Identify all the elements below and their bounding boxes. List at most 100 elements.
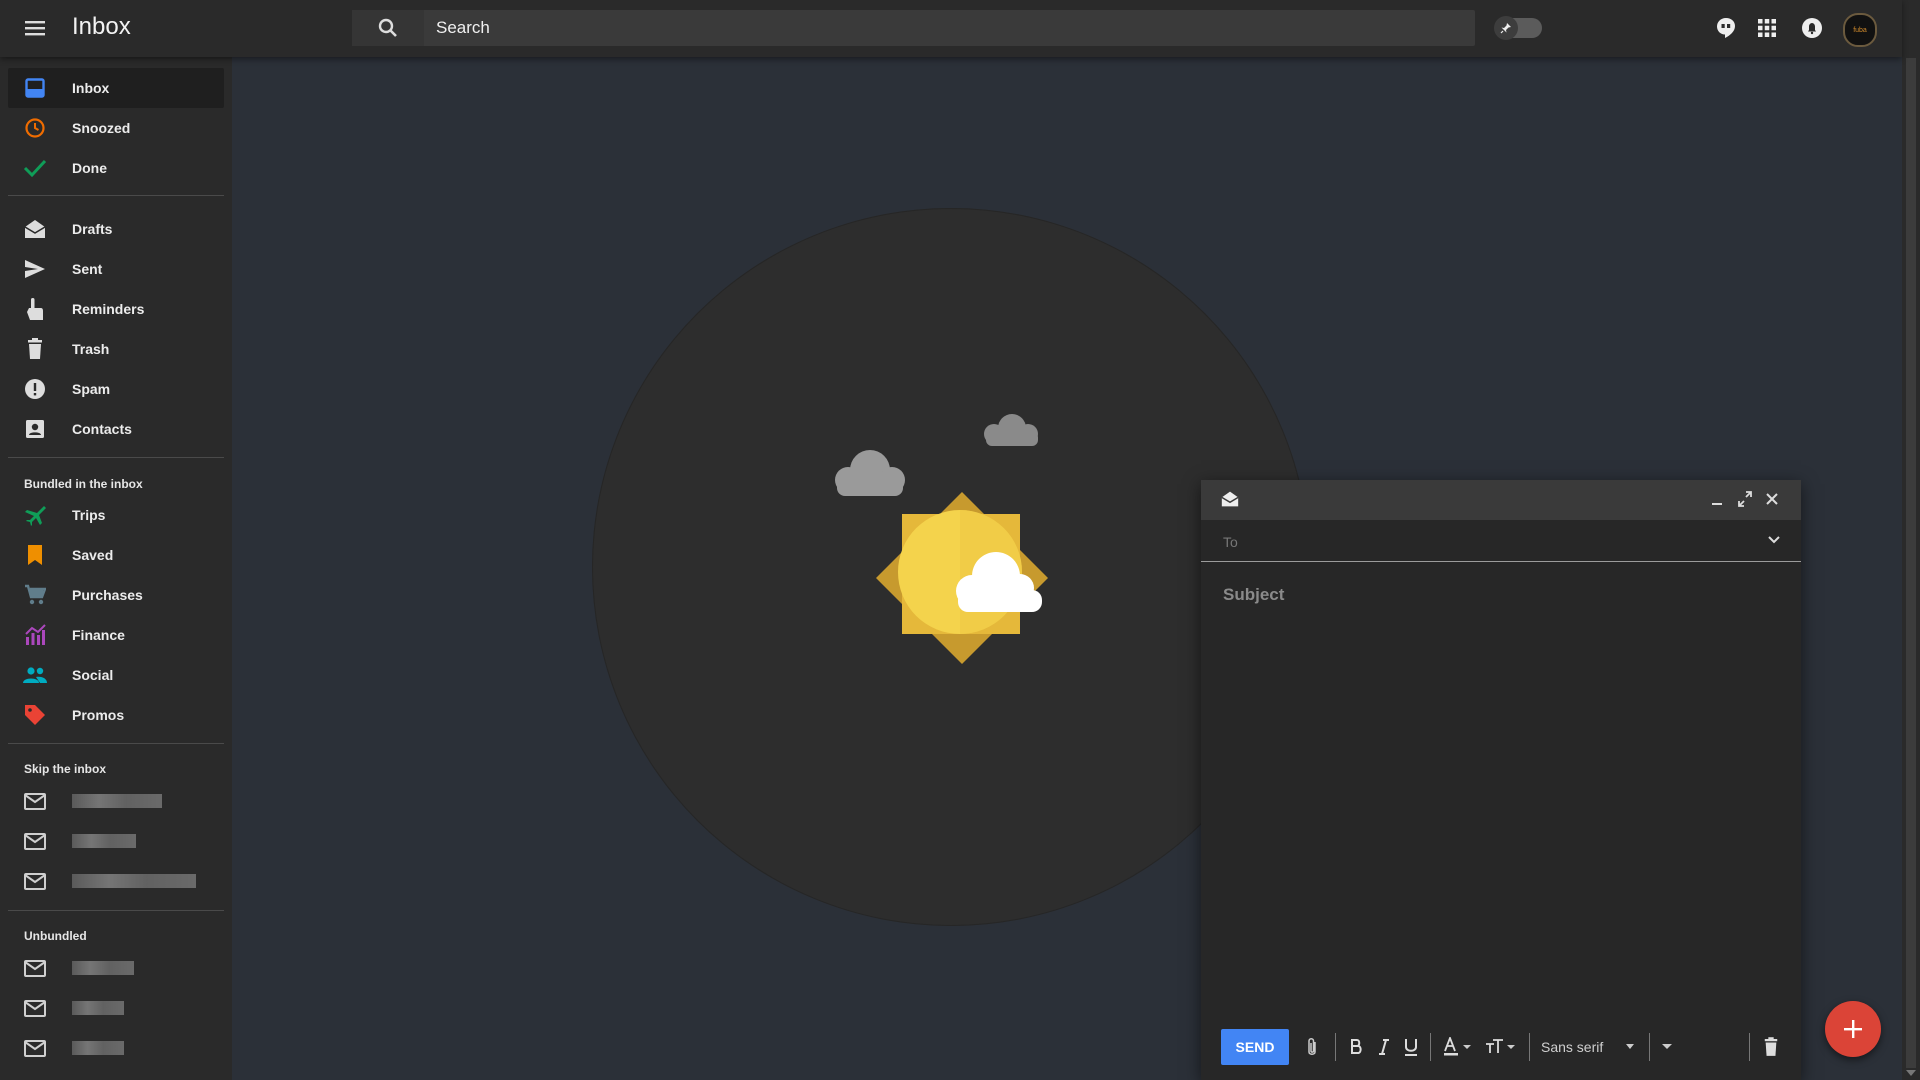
section-label-skip: Skip the inbox xyxy=(24,762,107,776)
sidebar-item-social[interactable]: Social xyxy=(8,655,224,695)
plus-icon xyxy=(1844,1020,1862,1038)
drafts-icon xyxy=(20,217,50,241)
search-input[interactable] xyxy=(424,10,1488,46)
toolbar-divider xyxy=(1430,1033,1431,1061)
italic-icon[interactable] xyxy=(1377,1035,1391,1059)
trash-icon[interactable] xyxy=(1763,1035,1779,1059)
compose-fab-button[interactable] xyxy=(1825,1001,1881,1057)
page-scrollbar[interactable] xyxy=(1902,0,1920,1080)
chevron-down-icon xyxy=(1626,1044,1635,1049)
sidebar-item-contacts[interactable]: Contacts xyxy=(8,409,224,449)
redacted-label xyxy=(72,874,196,888)
sidebar-item-label: Contacts xyxy=(72,421,132,437)
contacts-icon xyxy=(20,417,50,441)
sidebar-item-drafts[interactable]: Drafts xyxy=(8,209,224,249)
sidebar-item-finance[interactable]: Finance xyxy=(8,615,224,655)
sidebar-item-label: Sent xyxy=(72,261,103,277)
sidebar-item-label: Reminders xyxy=(72,301,145,317)
pin-toggle[interactable] xyxy=(1494,16,1542,40)
people-icon xyxy=(20,663,50,687)
font-family-select[interactable]: Sans serif xyxy=(1541,1035,1641,1059)
tag-icon xyxy=(20,703,50,727)
mail-icon xyxy=(20,829,50,853)
sidebar-item-trips[interactable]: Trips xyxy=(8,495,224,535)
sidebar-divider xyxy=(8,457,224,458)
underline-icon[interactable] xyxy=(1404,1035,1418,1059)
sidebar-item-purchases[interactable]: Purchases xyxy=(8,575,224,615)
compose-window: SEND Sans serif xyxy=(1201,480,1801,1080)
to-row xyxy=(1201,520,1801,562)
to-field[interactable] xyxy=(1221,530,1745,554)
mail-icon xyxy=(20,996,50,1020)
toolbar-divider xyxy=(1529,1033,1530,1061)
sidebar-item-label: Trash xyxy=(72,341,110,357)
search-bar xyxy=(352,10,1488,46)
font-family-label: Sans serif xyxy=(1541,1039,1604,1055)
sidebar-item-label-6[interactable] xyxy=(8,1028,224,1068)
sidebar-item-label: Snoozed xyxy=(72,120,131,136)
send-icon xyxy=(20,257,50,281)
redacted-label xyxy=(72,1041,124,1055)
sidebar-item-reminders[interactable]: Reminders xyxy=(8,289,224,329)
compose-toolbar: SEND Sans serif xyxy=(1201,1020,1801,1080)
sidebar-item-label: Spam xyxy=(72,381,111,397)
sidebar-item-label-3[interactable] xyxy=(8,861,224,901)
close-icon[interactable] xyxy=(1764,490,1780,513)
sidebar-divider xyxy=(8,195,224,196)
sidebar-item-inbox[interactable]: Inbox xyxy=(8,68,224,108)
chevron-down-icon[interactable] xyxy=(1767,533,1781,552)
more-formatting-icon[interactable] xyxy=(1661,1035,1673,1059)
avatar-label: fuba xyxy=(1853,26,1867,34)
sidebar-item-label-4[interactable] xyxy=(8,948,224,988)
redacted-label xyxy=(72,1001,124,1015)
inbox-icon xyxy=(20,76,50,100)
bold-icon[interactable] xyxy=(1349,1035,1363,1059)
trash-icon xyxy=(20,337,50,361)
apps-grid-icon[interactable] xyxy=(1754,15,1780,41)
text-color-icon[interactable] xyxy=(1443,1035,1473,1059)
sidebar-item-label-1[interactable] xyxy=(8,781,224,821)
app-title: Inbox xyxy=(72,13,131,40)
sidebar-divider xyxy=(8,743,224,744)
redacted-label xyxy=(72,794,162,808)
sidebar-item-sent[interactable]: Sent xyxy=(8,249,224,289)
scrollbar-thumb[interactable] xyxy=(1906,58,1916,1068)
sidebar-item-label-5[interactable] xyxy=(8,988,224,1028)
sidebar-item-label: Purchases xyxy=(72,587,143,603)
section-label-bundled: Bundled in the inbox xyxy=(24,477,143,491)
sidebar-item-label: Trips xyxy=(72,507,106,523)
attach-icon[interactable] xyxy=(1305,1035,1319,1059)
compose-header xyxy=(1201,480,1801,520)
expand-icon[interactable] xyxy=(1737,490,1753,513)
sidebar-item-snoozed[interactable]: Snoozed xyxy=(8,108,224,148)
redacted-label xyxy=(72,834,136,848)
scroll-down-arrow-icon[interactable] xyxy=(1906,1070,1916,1076)
sidebar-item-trash[interactable]: Trash xyxy=(8,329,224,369)
avatar[interactable]: fuba xyxy=(1843,13,1877,47)
sidebar-item-label: Saved xyxy=(72,547,114,563)
toolbar-divider xyxy=(1649,1033,1650,1061)
section-label-unbundled: Unbundled xyxy=(24,929,87,943)
sidebar-item-label: Promos xyxy=(72,707,125,723)
subject-field[interactable] xyxy=(1221,580,1785,610)
text-size-icon[interactable] xyxy=(1485,1035,1517,1059)
sidebar-item-saved[interactable]: Saved xyxy=(8,535,224,575)
sidebar-item-done[interactable]: Done xyxy=(8,148,224,188)
hamburger-menu-icon[interactable] xyxy=(22,16,50,40)
sidebar-item-label: Finance xyxy=(72,627,125,643)
minimize-icon[interactable] xyxy=(1709,490,1725,513)
search-icon[interactable] xyxy=(352,10,424,46)
finance-icon xyxy=(20,623,50,647)
sidebar-item-label: Drafts xyxy=(72,221,113,237)
send-button[interactable]: SEND xyxy=(1221,1029,1289,1065)
reminder-icon xyxy=(20,297,50,321)
hangouts-icon[interactable] xyxy=(1713,15,1739,41)
sidebar-item-promos[interactable]: Promos xyxy=(8,695,224,735)
notifications-icon[interactable] xyxy=(1799,15,1825,41)
sidebar-item-spam[interactable]: Spam xyxy=(8,369,224,409)
sidebar-divider xyxy=(8,910,224,911)
sidebar-item-label-2[interactable] xyxy=(8,821,224,861)
toolbar-divider xyxy=(1335,1033,1336,1061)
sidebar: Inbox Snoozed Done Drafts Sent Reminders xyxy=(0,57,232,1080)
cart-icon xyxy=(20,583,50,607)
